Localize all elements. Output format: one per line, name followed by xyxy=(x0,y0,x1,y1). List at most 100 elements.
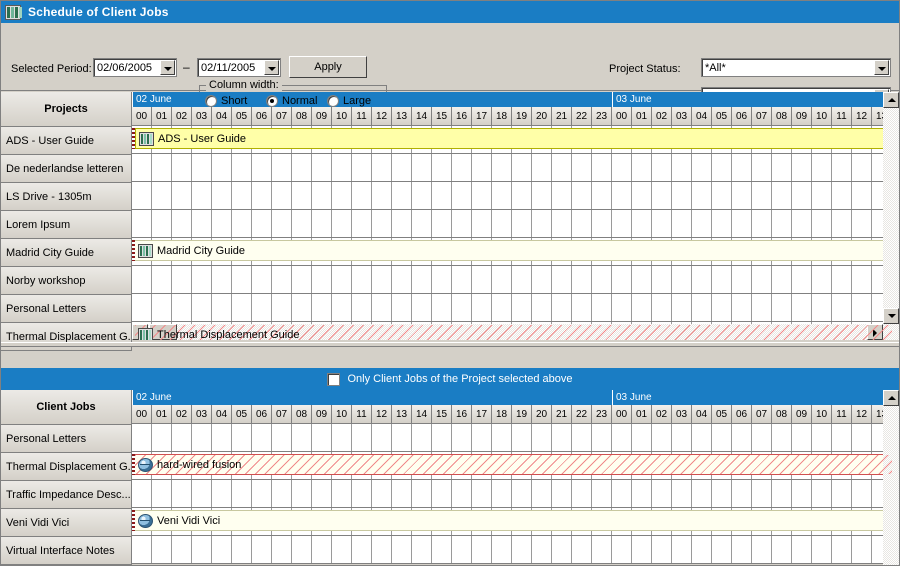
row-name-cell[interactable]: Lorem Ipsum xyxy=(1,211,132,239)
gantt-cell[interactable] xyxy=(572,210,592,237)
gantt-cell[interactable] xyxy=(372,536,392,563)
gantt-cell[interactable] xyxy=(232,182,252,209)
gantt-cell[interactable] xyxy=(812,266,832,293)
gantt-cell[interactable] xyxy=(712,210,732,237)
gantt-cell[interactable] xyxy=(592,154,612,181)
gantt-cell[interactable] xyxy=(532,210,552,237)
gantt-cell[interactable] xyxy=(452,536,472,563)
gantt-cell[interactable] xyxy=(592,182,612,209)
row-name-cell[interactable]: Virtual Interface Notes xyxy=(1,537,132,565)
gantt-cell[interactable] xyxy=(452,182,472,209)
gantt-cell[interactable] xyxy=(132,536,152,563)
gantt-cell[interactable] xyxy=(632,154,652,181)
gantt-cell[interactable] xyxy=(772,424,792,451)
gantt-cell[interactable] xyxy=(632,424,652,451)
gantt-cell[interactable] xyxy=(452,210,472,237)
gantt-cell[interactable] xyxy=(272,480,292,507)
gantt-cell[interactable] xyxy=(452,424,472,451)
gantt-cell[interactable] xyxy=(712,154,732,181)
gantt-cell[interactable] xyxy=(272,182,292,209)
gantt-cell[interactable] xyxy=(232,536,252,563)
gantt-cell[interactable] xyxy=(252,182,272,209)
gantt-cell[interactable] xyxy=(192,182,212,209)
projects-vscrollbar[interactable] xyxy=(883,92,899,340)
gantt-cell[interactable] xyxy=(412,424,432,451)
gantt-cell[interactable] xyxy=(252,266,272,293)
gantt-bar-body[interactable]: ADS - User Guide xyxy=(135,128,892,149)
gantt-cell[interactable] xyxy=(772,536,792,563)
gantt-cell[interactable] xyxy=(192,154,212,181)
gantt-cell[interactable] xyxy=(672,536,692,563)
gantt-cell[interactable] xyxy=(152,424,172,451)
gantt-cell[interactable] xyxy=(752,480,772,507)
gantt-cell[interactable] xyxy=(672,424,692,451)
gantt-cell[interactable] xyxy=(852,182,872,209)
gantt-cell[interactable] xyxy=(552,294,572,321)
gantt-cell[interactable] xyxy=(792,210,812,237)
gantt-cell[interactable] xyxy=(632,210,652,237)
scroll-down-button[interactable] xyxy=(883,308,899,324)
gantt-cell[interactable] xyxy=(352,294,372,321)
gantt-bar[interactable]: hard-wired fusion xyxy=(132,454,892,475)
gantt-cell[interactable] xyxy=(472,424,492,451)
gantt-cell[interactable] xyxy=(512,294,532,321)
gantt-cell[interactable] xyxy=(212,424,232,451)
gantt-cell[interactable] xyxy=(132,480,152,507)
gantt-cell[interactable] xyxy=(732,266,752,293)
gantt-cell[interactable] xyxy=(472,154,492,181)
gantt-cell[interactable] xyxy=(552,210,572,237)
gantt-cell[interactable] xyxy=(792,424,812,451)
gantt-cell[interactable] xyxy=(352,154,372,181)
chevron-down-icon[interactable] xyxy=(874,60,889,75)
gantt-cell[interactable] xyxy=(292,294,312,321)
gantt-cell[interactable] xyxy=(292,266,312,293)
gantt-cell[interactable] xyxy=(652,294,672,321)
gantt-cell[interactable] xyxy=(152,210,172,237)
gantt-cell[interactable] xyxy=(412,154,432,181)
gantt-cell[interactable] xyxy=(652,480,672,507)
gantt-cell[interactable] xyxy=(512,424,532,451)
gantt-cell[interactable] xyxy=(392,480,412,507)
gantt-cell[interactable] xyxy=(492,294,512,321)
gantt-cell[interactable] xyxy=(592,266,612,293)
gantt-cell[interactable] xyxy=(472,536,492,563)
gantt-cell[interactable] xyxy=(192,266,212,293)
gantt-cell[interactable] xyxy=(792,480,812,507)
gantt-cell[interactable] xyxy=(712,266,732,293)
gantt-cell[interactable] xyxy=(412,182,432,209)
gantt-cell[interactable] xyxy=(472,266,492,293)
gantt-cell[interactable] xyxy=(292,424,312,451)
gantt-cell[interactable] xyxy=(252,536,272,563)
gantt-cell[interactable] xyxy=(772,480,792,507)
gantt-cell[interactable] xyxy=(392,536,412,563)
gantt-cell[interactable] xyxy=(552,154,572,181)
gantt-cell[interactable] xyxy=(452,266,472,293)
gantt-cell[interactable] xyxy=(392,266,412,293)
gantt-cell[interactable] xyxy=(852,154,872,181)
gantt-cell[interactable] xyxy=(832,536,852,563)
gantt-cell[interactable] xyxy=(312,182,332,209)
gantt-cell[interactable] xyxy=(732,536,752,563)
gantt-cell[interactable] xyxy=(472,210,492,237)
gantt-cell[interactable] xyxy=(172,154,192,181)
gantt-cell[interactable] xyxy=(332,266,352,293)
gantt-cell[interactable] xyxy=(412,536,432,563)
gantt-cell[interactable] xyxy=(172,182,192,209)
gantt-cell[interactable] xyxy=(772,294,792,321)
gantt-cell[interactable] xyxy=(712,536,732,563)
gantt-cell[interactable] xyxy=(832,154,852,181)
gantt-bar-body[interactable]: Veni Vidi Vici xyxy=(135,510,892,531)
gantt-cell[interactable] xyxy=(492,480,512,507)
gantt-cell[interactable] xyxy=(552,424,572,451)
gantt-cell[interactable] xyxy=(272,536,292,563)
gantt-cell[interactable] xyxy=(212,182,232,209)
gantt-cell[interactable] xyxy=(692,536,712,563)
gantt-cell[interactable] xyxy=(292,536,312,563)
gantt-cell[interactable] xyxy=(352,266,372,293)
gantt-cell[interactable] xyxy=(792,182,812,209)
gantt-cell[interactable] xyxy=(832,210,852,237)
gantt-cell[interactable] xyxy=(572,536,592,563)
gantt-cell[interactable] xyxy=(832,294,852,321)
gantt-cell[interactable] xyxy=(812,536,832,563)
gantt-cell[interactable] xyxy=(392,182,412,209)
